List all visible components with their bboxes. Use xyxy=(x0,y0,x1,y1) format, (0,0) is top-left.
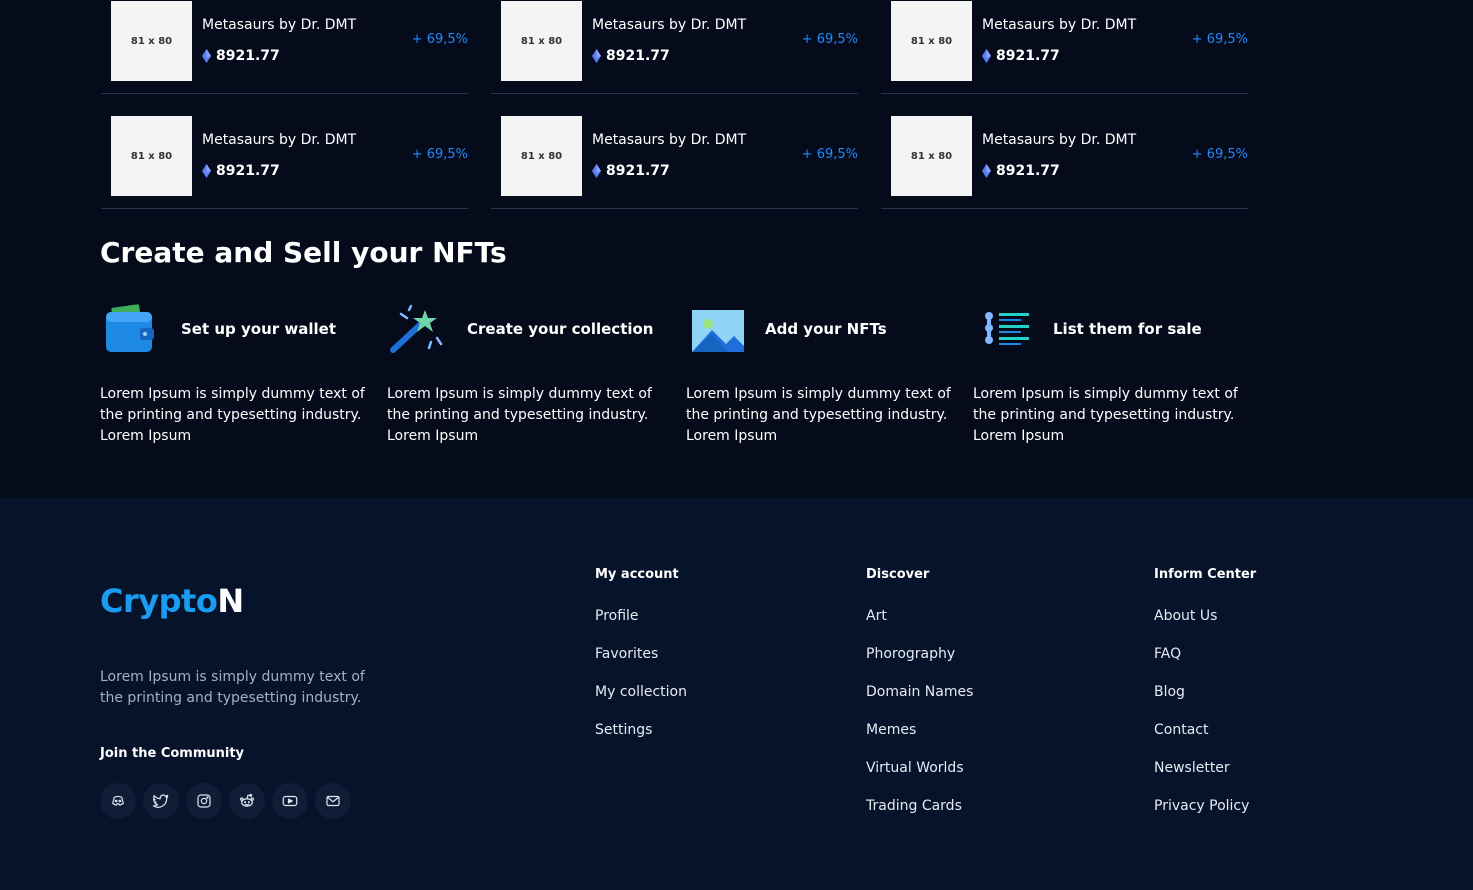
wallet-icon xyxy=(106,304,154,352)
nft-name: Metasaurs by Dr. DMT xyxy=(202,132,357,148)
logo-text-secondary: N xyxy=(217,582,244,620)
logo-text-primary: Crypto xyxy=(100,582,218,620)
step-description: Lorem Ipsum is simply dummy text of the … xyxy=(973,386,1238,444)
footer-link-virtual-worlds[interactable]: Virtual Worlds xyxy=(866,758,973,796)
nft-price-value: 8921.77 xyxy=(996,48,1060,64)
discord-icon xyxy=(112,795,124,806)
nft-price-value: 8921.77 xyxy=(996,163,1060,179)
nft-card[interactable]: 81 x 80 Metasaurs by Dr. DMT 8921.77 + 6… xyxy=(491,116,858,209)
step-description: Lorem Ipsum is simply dummy text of the … xyxy=(686,386,951,444)
step-title: Add your NFTs xyxy=(765,320,887,338)
nft-thumbnail: 81 x 80 xyxy=(501,1,582,81)
youtube-button[interactable] xyxy=(272,783,308,819)
ethereum-icon xyxy=(982,49,991,63)
footer-column-discover: Discover Art Phorography Domain Names Me… xyxy=(866,567,973,834)
nft-price-value: 8921.77 xyxy=(216,163,280,179)
nft-change: + 69,5% xyxy=(801,32,858,47)
instagram-button[interactable] xyxy=(186,783,222,819)
footer-link-favorites[interactable]: Favorites xyxy=(595,644,687,682)
nft-change: + 69,5% xyxy=(411,32,468,47)
footer-column-inform-center: Inform Center About Us FAQ Blog Contact … xyxy=(1154,567,1256,834)
ethereum-icon xyxy=(202,164,211,178)
footer-column-title: Discover xyxy=(866,567,930,582)
step-title: Create your collection xyxy=(467,320,654,338)
list-icon xyxy=(985,312,1029,345)
nft-price: 8921.77 xyxy=(202,163,280,179)
nft-price: 8921.77 xyxy=(202,48,280,64)
footer-link-domain-names[interactable]: Domain Names xyxy=(866,682,973,720)
footer-link-profile[interactable]: Profile xyxy=(595,606,687,644)
nft-name: Metasaurs by Dr. DMT xyxy=(592,17,747,33)
nft-thumbnail: 81 x 80 xyxy=(111,116,192,196)
footer-link-memes[interactable]: Memes xyxy=(866,720,973,758)
nft-change: + 69,5% xyxy=(801,147,858,162)
footer-column-title: Inform Center xyxy=(1154,567,1257,582)
footer-link-privacy-policy[interactable]: Privacy Policy xyxy=(1154,796,1256,834)
nft-change: + 69,5% xyxy=(411,147,468,162)
nft-card[interactable]: 81 x 80 Metasaurs by Dr. DMT 8921.77 + 6… xyxy=(881,116,1248,209)
brand-logo[interactable]: CryptoN xyxy=(100,582,244,620)
twitter-icon xyxy=(152,794,169,808)
nft-price-value: 8921.77 xyxy=(606,163,670,179)
footer-link-photography[interactable]: Phorography xyxy=(866,644,973,682)
step-description: Lorem Ipsum is simply dummy text of the … xyxy=(387,386,652,444)
nft-thumbnail: 81 x 80 xyxy=(111,1,192,81)
youtube-icon xyxy=(282,795,298,807)
footer-link-art[interactable]: Art xyxy=(866,606,973,644)
nft-card[interactable]: 81 x 80 Metasaurs by Dr. DMT 8921.77 + 6… xyxy=(101,116,468,209)
nft-card[interactable]: 81 x 80 Metasaurs by Dr. DMT 8921.77 + 6… xyxy=(101,1,468,94)
mail-icon xyxy=(326,795,340,807)
nft-thumbnail: 81 x 80 xyxy=(501,116,582,196)
nft-card[interactable]: 81 x 80 Metasaurs by Dr. DMT 8921.77 + 6… xyxy=(491,1,858,94)
mail-button[interactable] xyxy=(315,783,351,819)
nft-price: 8921.77 xyxy=(982,48,1060,64)
twitter-button[interactable] xyxy=(143,783,179,819)
nft-name: Metasaurs by Dr. DMT xyxy=(202,17,357,33)
footer-column-title: My account xyxy=(595,567,679,582)
ethereum-icon xyxy=(592,49,601,63)
reddit-button[interactable] xyxy=(229,783,265,819)
step-title: Set up your wallet xyxy=(181,320,336,338)
ethereum-icon xyxy=(202,49,211,63)
instagram-icon xyxy=(197,794,211,808)
footer-link-faq[interactable]: FAQ xyxy=(1154,644,1256,682)
ethereum-icon xyxy=(592,164,601,178)
nft-price: 8921.77 xyxy=(592,163,670,179)
footer-link-about-us[interactable]: About Us xyxy=(1154,606,1256,644)
footer-link-trading-cards[interactable]: Trading Cards xyxy=(866,796,973,834)
social-links xyxy=(100,783,351,819)
nft-price: 8921.77 xyxy=(592,48,670,64)
footer-column-my-account: My account Profile Favorites My collecti… xyxy=(595,567,687,758)
join-community-title: Join the Community xyxy=(100,746,245,761)
footer-link-settings[interactable]: Settings xyxy=(595,720,687,758)
step-title: List them for sale xyxy=(1053,320,1202,338)
nft-change: + 69,5% xyxy=(1191,32,1248,47)
footer-link-newsletter[interactable]: Newsletter xyxy=(1154,758,1256,796)
discord-button[interactable] xyxy=(100,783,136,819)
section-title: Create and Sell your NFTs xyxy=(100,236,507,269)
nft-name: Metasaurs by Dr. DMT xyxy=(982,132,1137,148)
ethereum-icon xyxy=(982,164,991,178)
footer-link-blog[interactable]: Blog xyxy=(1154,682,1256,720)
nft-name: Metasaurs by Dr. DMT xyxy=(592,132,747,148)
nft-thumbnail: 81 x 80 xyxy=(891,1,972,81)
nft-name: Metasaurs by Dr. DMT xyxy=(982,17,1137,33)
nft-price-value: 8921.77 xyxy=(606,48,670,64)
reddit-icon xyxy=(240,793,254,807)
nft-thumbnail: 81 x 80 xyxy=(891,116,972,196)
image-icon xyxy=(692,310,744,352)
footer-link-my-collection[interactable]: My collection xyxy=(595,682,687,720)
magic-wand-icon xyxy=(390,304,443,353)
footer-link-contact[interactable]: Contact xyxy=(1154,720,1256,758)
nft-card[interactable]: 81 x 80 Metasaurs by Dr. DMT 8921.77 + 6… xyxy=(881,1,1248,94)
nft-price: 8921.77 xyxy=(982,163,1060,179)
footer-description: Lorem Ipsum is simply dummy text of the … xyxy=(100,669,365,706)
nft-price-value: 8921.77 xyxy=(216,48,280,64)
step-description: Lorem Ipsum is simply dummy text of the … xyxy=(100,386,365,444)
nft-change: + 69,5% xyxy=(1191,147,1248,162)
